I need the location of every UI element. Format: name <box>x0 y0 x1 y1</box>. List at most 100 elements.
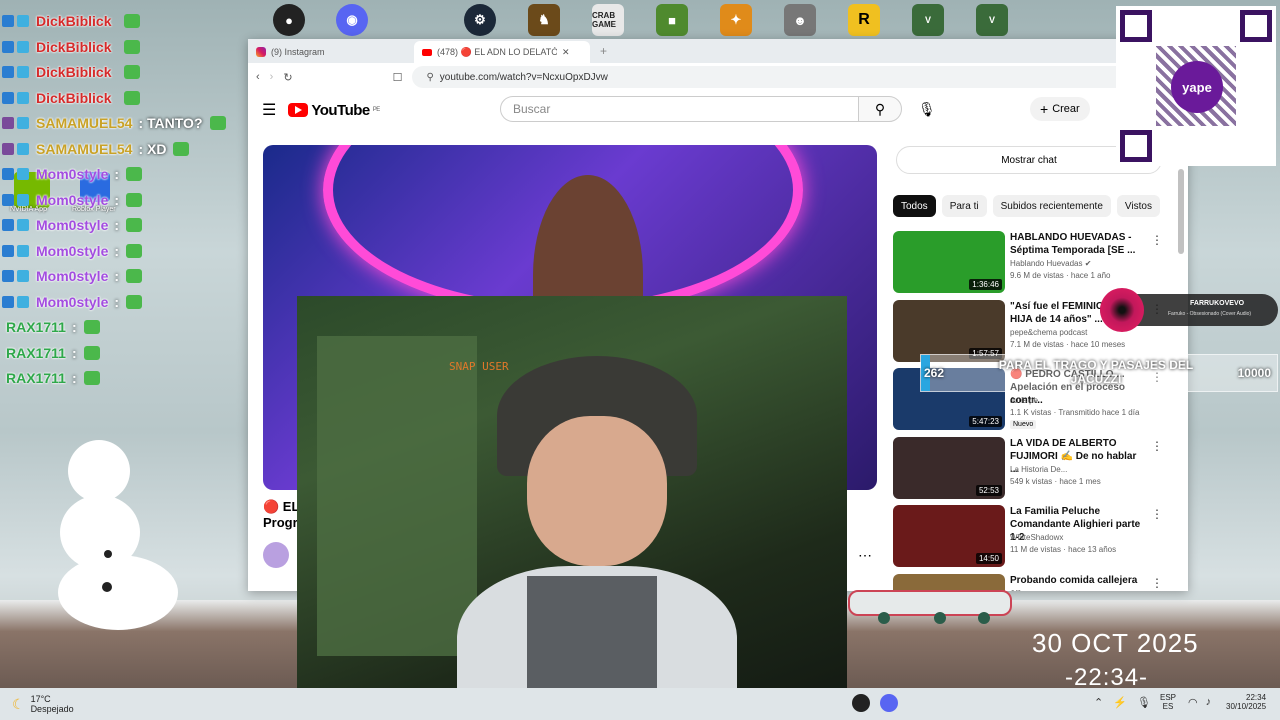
snowman-decoration <box>58 440 190 630</box>
create-button[interactable]: + Crear <box>1030 97 1090 121</box>
video-title[interactable]: HABLANDO HUEVADAS - Séptima Temporada [S… <box>1010 231 1145 257</box>
chat-emote-icon <box>173 141 190 156</box>
alien-game-icon[interactable]: ☻ <box>784 4 816 36</box>
minecraft-icon[interactable]: ■ <box>656 4 688 36</box>
chat-badge-icon <box>2 295 14 308</box>
channel-name[interactable]: La Historia De... <box>1010 465 1067 474</box>
channel-name[interactable]: Hablando Huevadas ✔ <box>1010 259 1091 268</box>
youtube-logo[interactable]: YouTube PE <box>288 102 380 119</box>
chat-badge-icon <box>17 193 29 206</box>
chip-filter[interactable]: Todos <box>893 195 936 217</box>
chat-username: RAX1711 <box>6 319 66 335</box>
chat-username: Mom0style <box>36 293 109 310</box>
chat-badge-icon <box>2 270 14 282</box>
hamburger-menu-icon[interactable]: ☰ <box>262 100 276 120</box>
language-indicator[interactable]: ESP ES <box>1160 693 1176 711</box>
video-thumbnail[interactable] <box>893 573 1005 591</box>
discord-taskbar-icon[interactable] <box>880 694 898 712</box>
chat-message: RAX1711: <box>2 367 100 389</box>
chat-text: : XD <box>138 140 167 157</box>
counter-strike-icon[interactable]: ✦ <box>720 4 752 36</box>
create-label: Crear <box>1052 103 1080 115</box>
search-input[interactable]: Buscar <box>500 96 860 122</box>
tray-icons: ◠ ♪ <box>1188 696 1211 709</box>
system-tray: ⌃ ⚡ 🎙 <box>1094 696 1151 709</box>
close-tab-icon[interactable]: ✕ <box>562 47 570 58</box>
forward-icon[interactable]: › <box>270 71 274 83</box>
chip-filter[interactable]: Subidos recientemente <box>992 195 1111 217</box>
date-overlay: 30 OCT 2025 <box>1032 628 1199 658</box>
game-2-icon[interactable]: ♞ <box>528 4 560 36</box>
steam-icon[interactable]: ⚙ <box>464 4 496 36</box>
reload-icon[interactable]: ↻ <box>283 71 292 84</box>
chat-badge-icon <box>17 117 29 129</box>
lang-bottom: ES <box>1162 702 1174 711</box>
new-badge: Nuevo <box>1010 420 1037 429</box>
chat-badge-icon <box>2 193 14 206</box>
weather-widget[interactable]: ☾ 17°C Despejado <box>12 694 74 714</box>
video-meta: 1.1 K vistas · Transmitido hace 1 día <box>1010 408 1140 417</box>
video-thumbnail[interactable]: 1:36:46 <box>893 231 1005 293</box>
discord-icon[interactable]: ◉ <box>336 4 368 36</box>
channel-name[interactable]: pepe&chema podcast <box>1010 328 1087 337</box>
recommended-video[interactable]: 1:36:46 HABLANDO HUEVADAS - Séptima Tempo… <box>893 231 1173 293</box>
chevron-up-icon[interactable]: ⌃ <box>1094 696 1103 709</box>
more-options-icon[interactable]: ⋮ <box>1151 576 1163 590</box>
chat-username: RAX1711 <box>6 344 66 361</box>
new-tab-icon[interactable]: + <box>590 44 617 63</box>
mic-icon[interactable]: 🎙 <box>1137 696 1151 709</box>
recommended-video[interactable]: Probando comida callejera en ⋮ <box>893 573 1173 592</box>
voice-search-icon[interactable]: 🎙 <box>918 101 936 118</box>
chat-badge-icon <box>2 244 14 257</box>
crab-game-icon[interactable]: CRAB GAME <box>592 4 624 36</box>
chat-message: Mom0style: <box>2 189 143 211</box>
chat-username: DickBiblick <box>36 38 112 55</box>
chat-badge-icon <box>2 91 14 104</box>
video-title[interactable]: Probando comida callejera en <box>1010 574 1145 592</box>
video-thumbnail[interactable]: 14:50 <box>893 505 1005 567</box>
wifi-icon[interactable]: ◠ <box>1188 696 1198 709</box>
goal-current: 262 <box>924 366 945 380</box>
url-field[interactable]: ⚲ youtube.com/watch?v=NcxuOpxDJvw <box>412 66 1144 88</box>
chip-filter[interactable]: Vistos <box>1116 195 1160 217</box>
gta-v-2-icon[interactable]: V <box>976 4 1008 36</box>
chat-emote-icon <box>126 192 143 207</box>
back-icon[interactable]: ‹ <box>256 71 260 83</box>
video-thumbnail[interactable]: 1:57:57 <box>893 299 1005 362</box>
video-meta: 7.1 M de vistas · hace 10 meses <box>1010 339 1126 349</box>
tab-youtube[interactable]: (478) 🔴 EL ADN LO DELATÓ, PE ✕ <box>414 41 590 63</box>
more-options-icon[interactable]: ⋮ <box>1151 233 1163 247</box>
chat-message: DickBiblick <box>2 61 141 83</box>
obs-taskbar-icon[interactable] <box>852 694 870 712</box>
recommended-video[interactable]: 52:53 LA VIDA DE ALBERTO FUJIMORI ✍ De no… <box>893 436 1173 499</box>
more-options-icon[interactable]: ⋮ <box>1151 439 1163 453</box>
chat-message: Mom0style: <box>2 265 143 287</box>
gta-v-icon[interactable]: V <box>912 4 944 36</box>
bookmark-icon[interactable]: ☐ <box>393 71 403 84</box>
chat-badge-icon <box>17 244 29 257</box>
video-thumbnail[interactable]: 52:53 <box>893 436 1005 499</box>
tab-instagram[interactable]: (9) Instagram <box>248 41 414 63</box>
more-actions-icon[interactable]: ⋯ <box>858 547 872 564</box>
yape-qr-code: yape <box>1116 6 1276 166</box>
video-meta: 549 k vistas · hace 1 mes <box>1010 476 1101 486</box>
more-options-icon[interactable]: ⋮ <box>1151 507 1163 521</box>
volume-icon[interactable]: ♪ <box>1206 696 1212 709</box>
chat-username: DickBiblick <box>36 64 112 80</box>
rockstar-icon[interactable]: R <box>848 4 880 36</box>
channel-avatar[interactable] <box>263 542 289 568</box>
system-clock[interactable]: 22:34 30/10/2025 <box>1226 693 1266 711</box>
site-info-icon: ⚲ <box>426 71 434 83</box>
network-icon[interactable]: ⚡ <box>1113 696 1127 709</box>
chip-filter[interactable]: Para ti <box>941 195 987 217</box>
channel-name[interactable]: Juris pe <box>1010 396 1038 405</box>
train-decoration <box>848 590 1012 630</box>
video-title: 🔴 EL Progr <box>263 499 299 530</box>
scrollbar[interactable] <box>1178 169 1184 254</box>
chat-message: DickBiblick <box>2 10 141 32</box>
recommended-video[interactable]: 14:50 La Familia Peluche Comandante Aligh… <box>893 505 1173 567</box>
video-meta: 11 M de vistas · hace 13 años <box>1010 545 1117 554</box>
obs-icon[interactable]: ● <box>273 4 305 36</box>
search-button[interactable]: ⚲ <box>858 96 902 122</box>
channel-name[interactable]: WhiteShadowx <box>1010 533 1063 542</box>
